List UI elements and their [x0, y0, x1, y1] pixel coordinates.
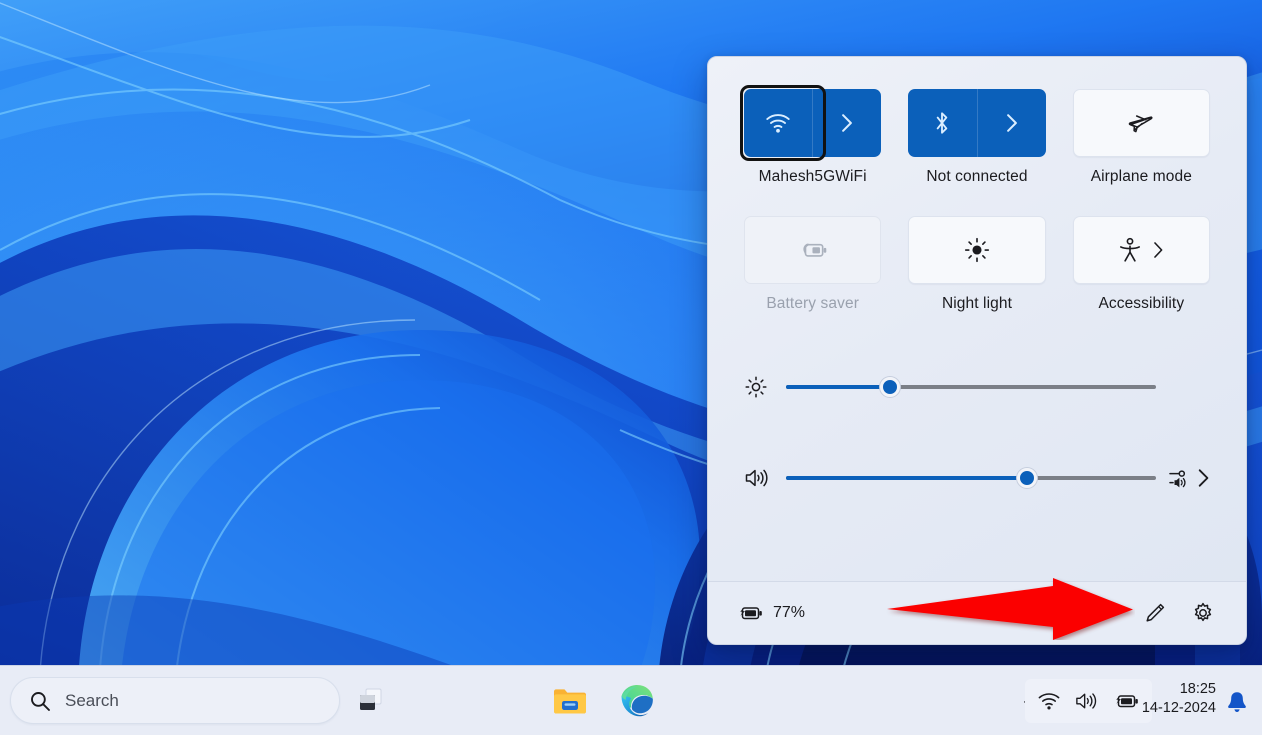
chevron-right-icon[interactable]	[1196, 467, 1210, 489]
volume-icon[interactable]	[1074, 690, 1099, 712]
battery-charging-icon[interactable]	[1112, 691, 1140, 711]
volume-slider-trailing	[1156, 466, 1210, 490]
notifications-button[interactable]	[1226, 690, 1248, 719]
all-settings-button[interactable]	[1184, 594, 1222, 632]
tile-bluetooth-label: Not connected	[926, 168, 1028, 185]
wifi-icon[interactable]	[1037, 691, 1061, 711]
brightness-icon	[964, 237, 990, 263]
clock-time: 18:25	[1179, 681, 1216, 697]
tile-wifi[interactable]	[740, 85, 882, 161]
volume-slider[interactable]	[786, 467, 1156, 489]
tile-group-night-light: Night light	[908, 216, 1046, 313]
search-box[interactable]: Search	[10, 677, 340, 724]
volume-fill	[786, 476, 1027, 480]
battery-status: 77%	[736, 603, 805, 623]
clock-date: 14-12-2024	[1141, 699, 1216, 716]
file-explorer-icon	[554, 689, 586, 714]
taskbar: Search 18:25 14-12-2024	[0, 665, 1262, 735]
quick-settings-row-1: Mahesh5GWiFi Not connected Airplane mode	[740, 85, 1210, 186]
edit-quick-settings-button[interactable]	[1136, 594, 1174, 632]
brightness-slider-row	[744, 369, 1210, 405]
tile-group-bluetooth: Not connected	[908, 89, 1046, 186]
brightness-slider-icon-wrap	[744, 375, 786, 399]
volume-thumb[interactable]	[1016, 468, 1037, 488]
quick-settings-row-2: Battery saver Night light Accessibility	[744, 216, 1210, 313]
task-view-button[interactable]	[349, 679, 393, 723]
tile-group-airplane: Airplane mode	[1072, 89, 1210, 186]
tile-airplane-content	[1074, 90, 1209, 156]
brightness-slider[interactable]	[786, 376, 1156, 398]
tile-bluetooth[interactable]	[908, 89, 1046, 157]
gear-icon	[1194, 602, 1212, 622]
brightness-thumb[interactable]	[879, 377, 900, 397]
chevron-right-icon	[1006, 114, 1017, 132]
battery-charging-icon	[740, 607, 762, 620]
audio-output-icon[interactable]	[1168, 466, 1194, 490]
tile-accessibility[interactable]	[1072, 216, 1210, 284]
chevron-right-icon	[842, 114, 853, 132]
tile-accessibility-content	[1074, 217, 1209, 283]
task-view-icon	[360, 688, 382, 710]
tile-night-light-content	[909, 217, 1044, 283]
tile-group-battery-saver: Battery saver	[744, 216, 882, 313]
tile-wifi-label: Mahesh5GWiFi	[758, 168, 867, 185]
tile-wifi-expand[interactable]	[813, 89, 881, 157]
tile-battery-saver[interactable]	[744, 216, 882, 284]
airplane-icon	[1128, 115, 1153, 133]
quick-settings-panel: Mahesh5GWiFi Not connected Airplane mode…	[707, 56, 1247, 645]
tile-group-accessibility: Accessibility	[1072, 216, 1210, 313]
tile-airplane-mode[interactable]	[1072, 89, 1210, 157]
file-explorer-button[interactable]	[548, 679, 592, 723]
wifi-icon	[766, 114, 790, 133]
accessibility-icon	[1120, 237, 1141, 262]
tile-night-light[interactable]	[908, 216, 1046, 284]
pencil-icon	[1146, 603, 1165, 622]
volume-icon	[745, 469, 768, 487]
search-icon	[31, 691, 50, 711]
edge-icon	[621, 685, 653, 717]
tile-battery-saver-content	[745, 217, 880, 283]
chevron-right-icon	[1154, 242, 1163, 258]
quick-settings-footer: 77%	[708, 581, 1246, 644]
volume-slider-row	[744, 460, 1210, 496]
tile-battery-saver-label: Battery saver	[766, 295, 859, 312]
brightness-icon	[745, 376, 767, 398]
tile-wifi-toggle[interactable]	[744, 89, 812, 157]
quick-settings-content: Mahesh5GWiFi Not connected Airplane mode…	[708, 57, 1246, 496]
brightness-fill	[786, 385, 890, 389]
battery-percent: 77%	[773, 604, 806, 621]
tile-airplane-label: Airplane mode	[1090, 168, 1192, 185]
tile-bluetooth-expand[interactable]	[978, 89, 1046, 157]
bell-icon	[1228, 692, 1246, 712]
tile-night-light-label: Night light	[941, 295, 1012, 312]
search-placeholder: Search	[65, 690, 119, 710]
volume-slider-icon-wrap	[744, 466, 786, 490]
tile-bluetooth-toggle[interactable]	[908, 89, 976, 157]
system-tray[interactable]	[1025, 679, 1152, 723]
tile-group-wifi: Mahesh5GWiFi	[740, 85, 882, 186]
taskbar-clock[interactable]: 18:25 14-12-2024	[1142, 680, 1216, 717]
battery-saver-icon	[803, 243, 826, 257]
microsoft-edge-button[interactable]	[615, 679, 659, 723]
bluetooth-icon	[937, 112, 948, 134]
tile-accessibility-label: Accessibility	[1098, 295, 1185, 312]
